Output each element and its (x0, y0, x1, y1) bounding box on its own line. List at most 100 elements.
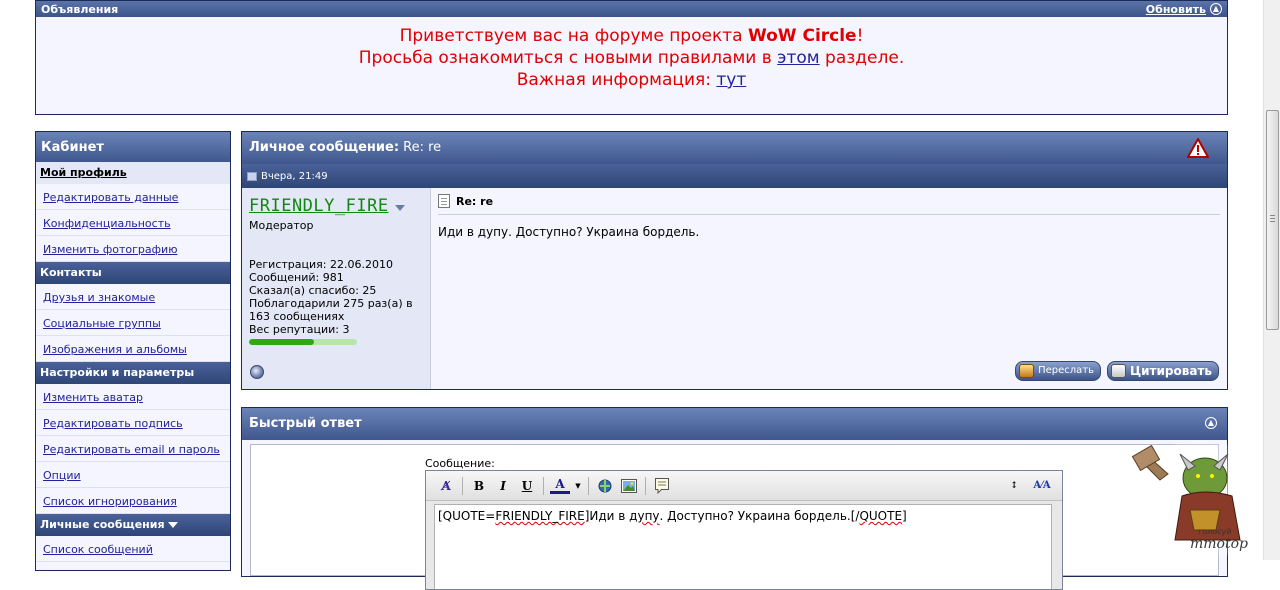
bold-icon[interactable]: B (469, 476, 489, 496)
sidebar-section-pm[interactable]: Личные сообщения (36, 514, 230, 536)
sidebar-item-edit-details[interactable]: Редактировать данные (36, 184, 230, 210)
announcements-header: Объявления Обновить ▲ (36, 1, 1227, 17)
username-link[interactable]: FRIENDLY_FIRE (249, 196, 389, 216)
post-body: FRIENDLY_FIRE Модератор Регистрация: 22.… (242, 188, 1227, 389)
editor-toolbar: A̸ B I U A ▼ ↕ A⁄A (426, 471, 1062, 501)
user-role: Модератор (249, 219, 314, 232)
post-meta: Вчера, 21:49 (242, 164, 1227, 188)
announcement-text: разделе. (819, 48, 905, 68)
announcement-text: Приветствуем вас на форуме проекта (399, 26, 748, 46)
scrollbar-thumb[interactable] (1266, 110, 1279, 330)
page-scrollbar[interactable] (1263, 0, 1280, 560)
sidebar-item-label[interactable]: Редактировать данные (43, 191, 178, 204)
sidebar-item-label[interactable]: Опции (43, 469, 81, 482)
sidebar-item-label[interactable]: Список игнорирования (43, 495, 177, 508)
message-editor: A̸ B I U A ▼ ↕ A⁄A [QUOTE=FRIENDLY_FIRE]… (425, 470, 1063, 590)
quote-button[interactable]: Цитировать (1107, 361, 1219, 381)
user-stat-posts: Сообщений: 981 (249, 271, 344, 284)
toolbar-right: ↕ A⁄A (1004, 476, 1062, 496)
message-title-text: Re: re (456, 194, 494, 208)
color-dropdown-icon[interactable]: ▼ (574, 476, 582, 496)
sidebar-item-change-photo[interactable]: Изменить фотографию (36, 236, 230, 262)
reputation-bar-fill (249, 339, 314, 345)
sidebar-item-privacy[interactable]: Конфиденциальность (36, 210, 230, 236)
user-stat-reputation: Вес репутации: 3 (249, 323, 350, 336)
forward-button[interactable]: Переслать (1015, 361, 1102, 381)
collapse-icon[interactable]: ▲ (1210, 3, 1222, 15)
insert-link-icon[interactable] (595, 476, 615, 496)
announcements-body: Приветствуем вас на форуме проекта WoW C… (36, 17, 1227, 91)
message-title: Re: re (438, 194, 1220, 215)
resize-icon[interactable]: ↕ (1004, 476, 1024, 496)
textarea-text: [QUOTE= (438, 509, 496, 523)
toolbar-separator (543, 476, 544, 495)
info-link[interactable]: тут (716, 70, 746, 90)
sidebar-item-ignore-list[interactable]: Список игнорирования (36, 488, 230, 514)
toolbar-separator (645, 476, 646, 495)
quote-label: Цитировать (1130, 364, 1212, 378)
insert-image-icon[interactable] (619, 476, 639, 496)
sidebar-section-contacts: Контакты (36, 262, 230, 284)
pm-title-label: Личное сообщение: (249, 140, 400, 155)
sidebar-item-label[interactable]: Друзья и знакомые (43, 291, 155, 304)
message-textarea[interactable]: [QUOTE=FRIENDLY_FIRE]Иди в дупу. Доступн… (434, 504, 1052, 589)
user-stats: Регистрация: 22.06.2010 Сообщений: 981 С… (249, 258, 423, 336)
chevron-down-icon (167, 522, 178, 528)
rules-link[interactable]: этом (777, 48, 819, 68)
sidebar-item-label[interactable]: Изменить фотографию (43, 243, 177, 256)
report-icon[interactable] (1187, 138, 1209, 158)
text-color-icon[interactable]: A (550, 477, 570, 494)
sidebar-item-email-password[interactable]: Редактировать email и пароль (36, 436, 230, 462)
user-stat-registered: Регистрация: 22.06.2010 (249, 258, 393, 271)
underline-icon[interactable]: U (517, 476, 537, 496)
forward-label: Переслать (1038, 365, 1095, 376)
reputation-bar (249, 339, 357, 345)
remove-format-icon[interactable]: A̸ (436, 476, 456, 496)
announcements-controls: Обновить ▲ (1146, 3, 1222, 16)
user-stat-thanks-given: Сказал(а) спасибо: 25 (249, 284, 377, 297)
sidebar-section-settings: Настройки и параметры (36, 362, 230, 384)
sidebar-item-options[interactable]: Опции (36, 462, 230, 488)
message-text: Иди в дупу. Доступно? Украина бордель. (438, 225, 700, 239)
sidebar-title: Кабинет (36, 132, 230, 162)
sidebar-item-label[interactable]: Список сообщений (43, 543, 153, 556)
sidebar-item-my-profile[interactable]: Мой профиль (36, 162, 230, 184)
sidebar-section-label: Личные сообщения (40, 518, 165, 531)
sidebar-item-friends[interactable]: Друзья и знакомые (36, 284, 230, 310)
sidebar-item-message-list[interactable]: Список сообщений (36, 536, 230, 562)
refresh-link[interactable]: Обновить (1146, 3, 1206, 16)
sidebar-item-signature[interactable]: Редактировать подпись (36, 410, 230, 436)
message-label: Сообщение: (425, 457, 495, 470)
private-message-panel: Личное сообщение: Re: re Вчера, 21:49 FR… (241, 131, 1228, 390)
sidebar-item-label[interactable]: Редактировать подпись (43, 417, 183, 430)
sidebar-item-groups[interactable]: Социальные группы (36, 310, 230, 336)
post-actions: Переслать Цитировать (1015, 361, 1219, 381)
message-content: Re: re Иди в дупу. Доступно? Украина бор… (431, 188, 1227, 389)
announcement-text: Важная информация: (516, 70, 717, 90)
textarea-text: дупу (629, 509, 660, 523)
user-menu-icon[interactable] (394, 205, 405, 211)
announcements-title: Объявления (41, 2, 119, 16)
announcement-line-3: Важная информация: тут (36, 69, 1227, 91)
sidebar-item-albums[interactable]: Изображения и альбомы (36, 336, 230, 362)
quick-reply-form: Сообщение: A̸ B I U A ▼ ↕ A⁄A [QUOTE=FRI… (250, 444, 1219, 590)
insert-quote-icon[interactable] (652, 476, 672, 496)
document-icon (438, 194, 450, 208)
sidebar-item-label[interactable]: Конфиденциальность (43, 217, 171, 230)
sidebar-item-label[interactable]: Социальные группы (43, 317, 161, 330)
post-date: Вчера, 21:49 (261, 170, 328, 182)
mmotop-vote-banner[interactable]: голосуй mmotop (1120, 440, 1260, 560)
announcement-line-1: Приветствуем вас на форуме проекта WoW C… (36, 25, 1227, 47)
collapse-icon[interactable]: ▲ (1205, 417, 1217, 429)
italic-icon[interactable]: I (493, 476, 513, 496)
sidebar-item-label[interactable]: Редактировать email и пароль (43, 443, 220, 456)
switch-mode-icon[interactable]: A⁄A (1032, 476, 1052, 496)
textarea-text: QUOTE (859, 509, 903, 523)
sidebar-item-label[interactable]: Изображения и альбомы (43, 343, 187, 356)
project-name: WoW Circle (747, 26, 857, 46)
sidebar-item-label[interactable]: Изменить аватар (43, 391, 143, 404)
pm-title-subject: Re: re (399, 140, 442, 155)
forward-icon (1019, 364, 1035, 378)
textarea-text: FRIENDLY_FIRE (495, 509, 585, 523)
sidebar-item-avatar[interactable]: Изменить аватар (36, 384, 230, 410)
